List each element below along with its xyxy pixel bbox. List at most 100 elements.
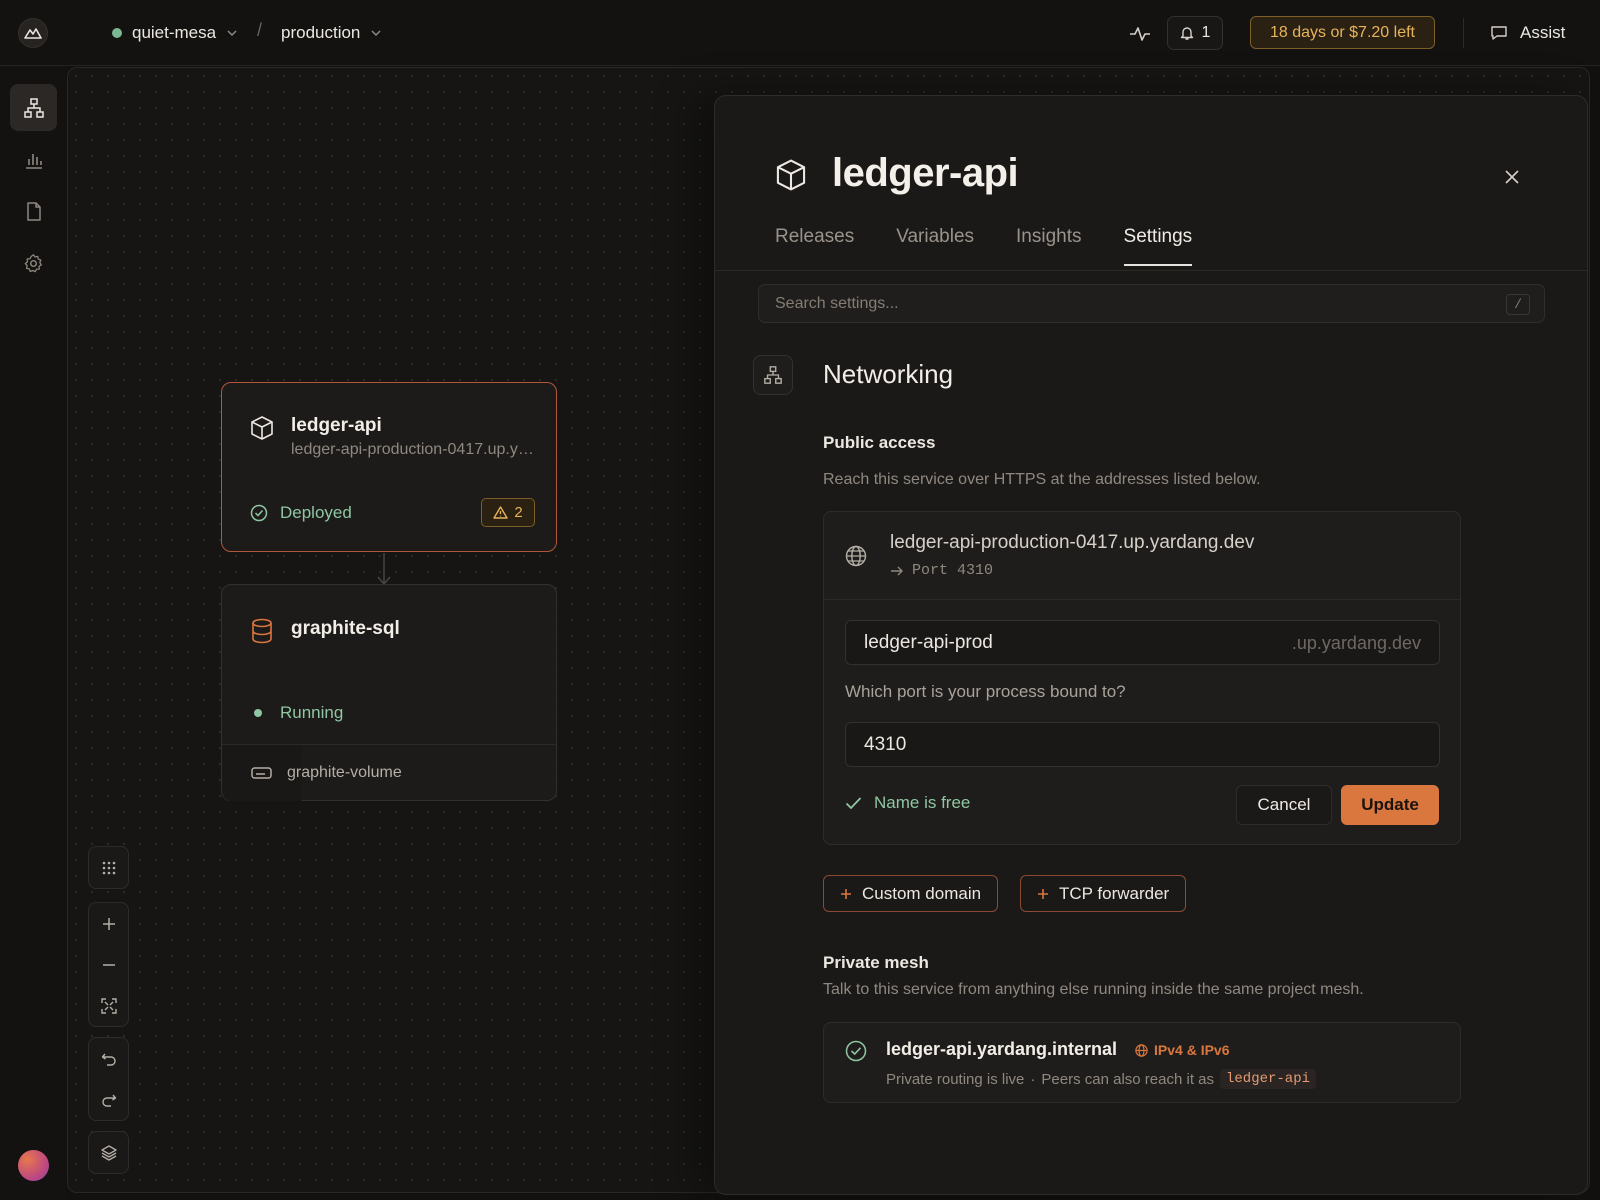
ip-badge-text: IPv4 & IPv6 <box>1154 1042 1230 1058</box>
database-icon <box>251 618 273 644</box>
volume-row[interactable]: graphite-volume <box>222 744 556 801</box>
service-node-graphite-sql[interactable]: graphite-sql Running graphite-volume <box>221 584 557 801</box>
panel-title: ledger-api <box>832 151 1019 195</box>
add-custom-domain-button[interactable]: Custom domain <box>823 875 999 912</box>
logs-nav[interactable] <box>10 188 57 235</box>
project-name: quiet-mesa <box>132 23 217 42</box>
assist-button[interactable]: Assist <box>1490 20 1565 46</box>
port-question: Which port is your process bound to? <box>845 682 1126 701</box>
mesh-status-text: Private routing is live <box>886 1070 1025 1088</box>
update-button[interactable]: Update <box>1341 785 1439 825</box>
fit-screen-icon <box>100 997 117 1014</box>
shortcut-hint: / <box>1506 294 1530 315</box>
zoom-controls <box>88 902 129 1027</box>
tab-insights[interactable]: Insights <box>1016 226 1081 266</box>
close-icon <box>1505 170 1519 184</box>
drive-icon <box>251 766 272 779</box>
fit-view-button[interactable] <box>89 985 128 1026</box>
volume-name: graphite-volume <box>287 763 402 781</box>
cube-icon <box>250 415 274 441</box>
minus-icon <box>102 963 115 966</box>
warning-count: 2 <box>514 504 523 521</box>
check-circle-icon <box>250 504 268 522</box>
undo-button[interactable] <box>89 1038 128 1079</box>
layers-icon <box>100 1144 117 1161</box>
close-button[interactable] <box>1499 164 1525 190</box>
layers-group <box>88 1131 129 1174</box>
globe-icon <box>1135 1043 1148 1057</box>
plus-icon <box>1038 888 1048 899</box>
connector-arrow <box>377 553 391 586</box>
project-switcher[interactable]: quiet-mesa <box>112 20 238 46</box>
plus-icon <box>102 917 115 930</box>
architecture-icon <box>23 97 44 118</box>
section-title: Networking <box>823 359 954 389</box>
left-rail <box>0 66 66 1200</box>
dot-separator: · <box>1030 1070 1036 1088</box>
status-text: Running <box>280 703 344 722</box>
tab-variables[interactable]: Variables <box>896 226 974 266</box>
warning-icon <box>493 506 509 519</box>
deploy-status: Deployed <box>250 503 352 523</box>
ip-badge: IPv4 & IPv6 <box>1135 1042 1230 1058</box>
status-dot <box>254 709 262 717</box>
avatar[interactable] <box>18 1150 49 1181</box>
architecture-nav[interactable] <box>10 84 57 131</box>
environment-switcher[interactable]: production <box>281 20 382 46</box>
chevron-down-icon <box>227 30 237 37</box>
document-icon <box>26 202 41 221</box>
logo-icon[interactable] <box>18 18 48 48</box>
settings-nav[interactable] <box>10 240 57 287</box>
grid-button[interactable] <box>89 847 128 888</box>
cancel-button[interactable]: Cancel <box>1236 785 1332 825</box>
top-bar: quiet-mesa / production 1 18 days or $7.… <box>0 0 1600 66</box>
button-label: TCP forwarder <box>1059 883 1170 903</box>
tabs-divider <box>715 270 1587 271</box>
activity-icon[interactable] <box>1126 20 1154 48</box>
history-controls <box>88 1037 129 1121</box>
domain-row: ledger-api-production-0417.up.yardang.de… <box>824 512 1460 600</box>
notifications-button[interactable]: 1 <box>1167 16 1223 50</box>
public-access-label: Public access <box>823 433 936 452</box>
status-text: Deployed <box>280 503 352 522</box>
check-icon <box>845 797 862 810</box>
run-status: Running <box>254 703 343 723</box>
grid-dots-icon <box>102 861 115 874</box>
subdomain-field: .up.yardang.dev <box>845 620 1440 665</box>
mesh-status-line: Private routing is live · Peers can also… <box>886 1069 1317 1089</box>
node-title: ledger-api <box>291 415 382 436</box>
internal-hostname[interactable]: ledger-api.yardang.internal <box>886 1039 1117 1060</box>
port-label: Port 4310 <box>912 562 994 579</box>
redo-button[interactable] <box>89 1079 128 1120</box>
zoom-in-button[interactable] <box>89 903 128 944</box>
warning-badge[interactable]: 2 <box>481 498 535 527</box>
chevron-down-icon <box>371 30 381 37</box>
add-tcp-forwarder-button[interactable]: TCP forwarder <box>1020 875 1187 912</box>
port-mapping: Port 4310 <box>890 562 993 579</box>
tab-releases[interactable]: Releases <box>775 226 854 266</box>
port-input[interactable] <box>846 723 1439 766</box>
bell-icon <box>1180 27 1193 40</box>
metrics-nav[interactable] <box>10 136 57 183</box>
tab-settings[interactable]: Settings <box>1123 226 1192 266</box>
private-mesh-label: Private mesh <box>823 953 929 972</box>
undo-icon <box>101 1053 116 1066</box>
layers-button[interactable] <box>89 1132 128 1173</box>
private-mesh-card: ledger-api.yardang.internal IPv4 & IPv6 … <box>823 1022 1461 1103</box>
node-url: ledger-api-production-0417.up.yardang.de… <box>291 441 536 458</box>
search-input[interactable] <box>759 285 1544 322</box>
service-alias[interactable]: ledger-api <box>1220 1069 1317 1089</box>
button-label: Custom domain <box>862 883 982 903</box>
zoom-out-button[interactable] <box>89 944 128 985</box>
assist-label: Assist <box>1520 23 1566 42</box>
trial-badge[interactable]: 18 days or $7.20 left <box>1250 16 1435 49</box>
plus-icon <box>841 888 851 899</box>
bar-chart-icon <box>25 153 42 169</box>
grid-toggle-group <box>88 846 129 889</box>
public-access-description: Reach this service over HTTPS at the add… <box>823 471 1261 488</box>
domain-link[interactable]: ledger-api-production-0417.up.yardang.de… <box>890 532 1254 554</box>
environment-name: production <box>281 23 361 42</box>
cube-icon <box>775 158 807 192</box>
service-node-ledger-api[interactable]: ledger-api ledger-api-production-0417.up… <box>221 382 557 552</box>
arrow-right-icon <box>891 566 903 575</box>
